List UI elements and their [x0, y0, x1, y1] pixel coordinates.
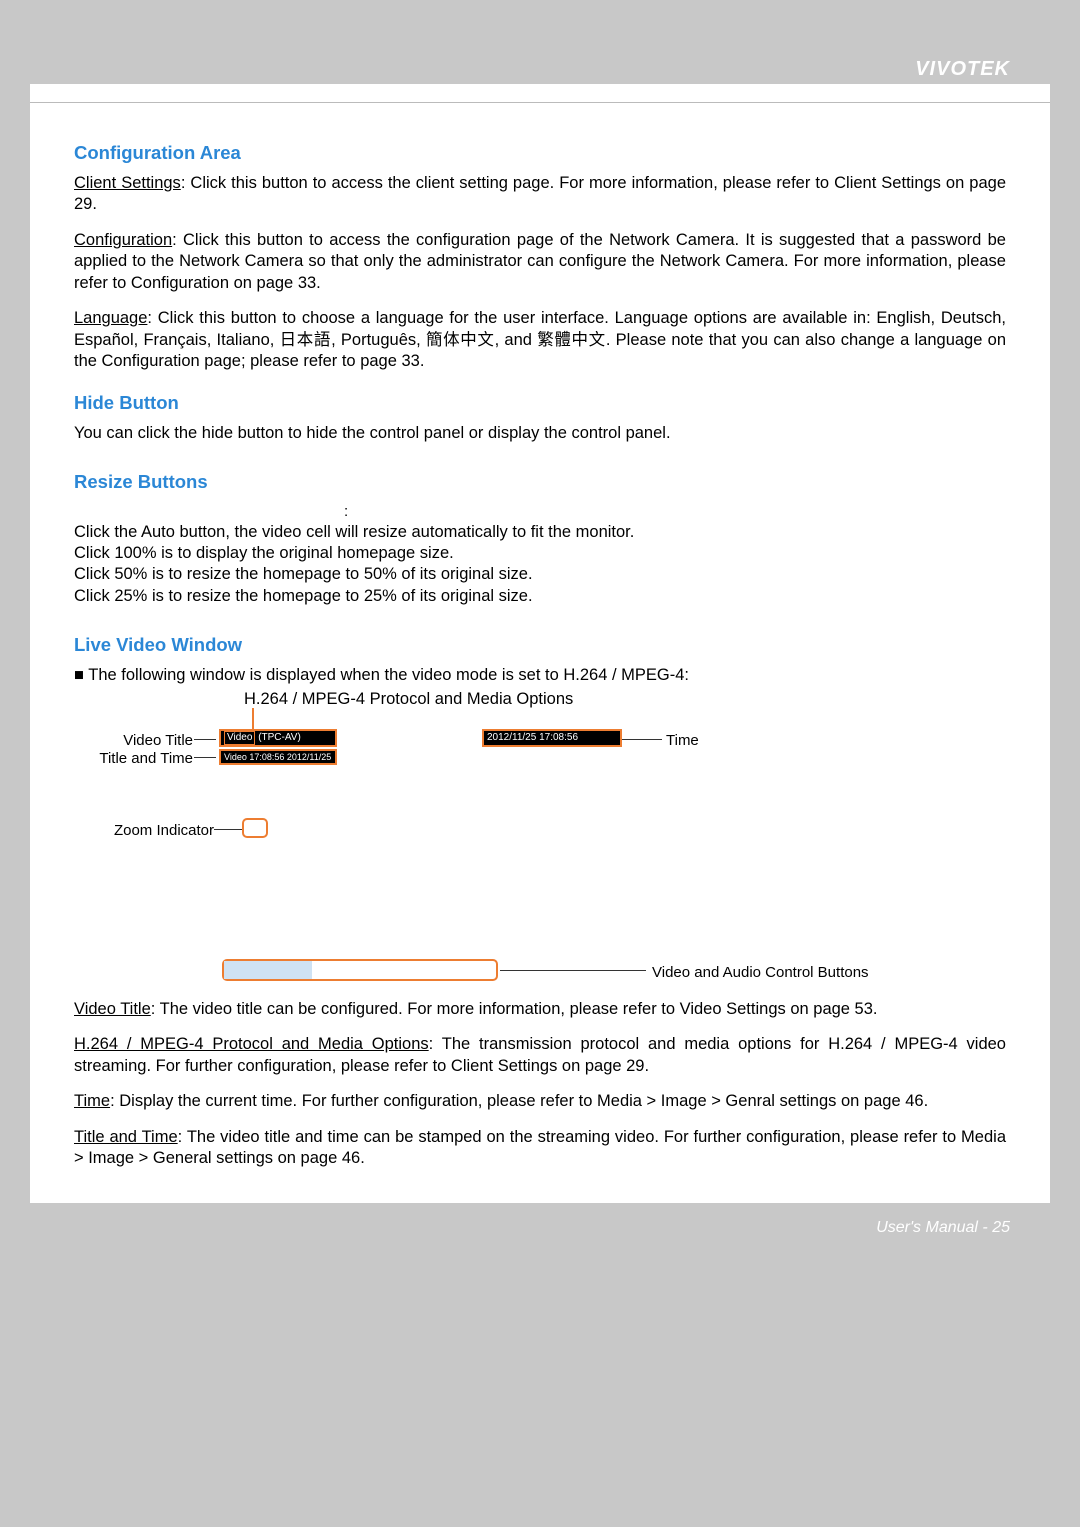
- resize-line-4: Click 25% is to resize the homepage to 2…: [74, 586, 1006, 607]
- content-area: Configuration Area Client Settings: Clic…: [30, 103, 1050, 1203]
- callout-av-control: Video and Audio Control Buttons: [652, 963, 869, 983]
- text-client-settings: : Click this button to access the client…: [74, 174, 1006, 213]
- resize-line-3: Click 50% is to resize the homepage to 5…: [74, 564, 1006, 585]
- overlay-video-title-text: (TPC-AV): [258, 732, 301, 743]
- overlay-zoom-box: [242, 818, 268, 838]
- text-time: : Display the current time. For further …: [110, 1092, 928, 1110]
- paragraph-title-and-time: Title and Time: The video title and time…: [74, 1127, 1006, 1170]
- underline-time: Time: [74, 1092, 110, 1110]
- text-video-title: : The video title can be configured. For…: [151, 1000, 878, 1018]
- underline-title-and-time-2: Title and Time: [74, 1128, 178, 1146]
- callout-time: Time: [666, 731, 699, 751]
- diagram-live-video: H.264 / MPEG-4 Protocol and Media Option…: [74, 689, 1006, 999]
- connector-title-time: [194, 757, 216, 759]
- resize-line-2: Click 100% is to display the original ho…: [74, 543, 1006, 564]
- text-configuration: : Click this button to access the config…: [74, 231, 1006, 292]
- underline-language: Language: [74, 309, 147, 327]
- paragraph-protocol: H.264 / MPEG-4 Protocol and Media Option…: [74, 1034, 1006, 1077]
- callout-video-title: Video Title: [93, 731, 193, 751]
- header-band: VIVOTEK: [30, 30, 1050, 84]
- brand-logo: VIVOTEK: [915, 58, 1010, 81]
- heading-live-video: Live Video Window: [74, 633, 1006, 657]
- resize-colon: :: [74, 502, 1006, 522]
- footer-band: User's Manual - 25: [30, 1203, 1050, 1257]
- text-language: : Click this button to choose a language…: [74, 309, 1006, 370]
- overlay-av-control-bar: [222, 959, 498, 981]
- callout-title-and-time: Title and Time: [93, 749, 193, 769]
- connector-zoom: [214, 829, 242, 831]
- underline-protocol: H.264 / MPEG-4 Protocol and Media Option…: [74, 1035, 429, 1053]
- connector-video-title: [194, 739, 216, 741]
- overlay-title-time: Video 17:08:56 2012/11/25: [219, 749, 337, 765]
- document-page: VIVOTEK Configuration Area Client Settin…: [30, 30, 1050, 1257]
- heading-hide-button: Hide Button: [74, 391, 1006, 415]
- underline-client-settings: Client Settings: [74, 174, 181, 192]
- callout-zoom-indicator: Zoom Indicator: [84, 821, 214, 841]
- text-title-and-time-2: : The video title and time can be stampe…: [74, 1128, 1006, 1167]
- paragraph-language: Language: Click this button to choose a …: [74, 308, 1006, 372]
- overlay-video-title: Video (TPC-AV): [219, 729, 337, 747]
- live-video-intro: ■ The following window is displayed when…: [74, 665, 1006, 686]
- heading-resize-buttons: Resize Buttons: [74, 470, 1006, 494]
- overlay-time: 2012/11/25 17:08:56: [482, 729, 622, 747]
- callout-protocol: H.264 / MPEG-4 Protocol and Media Option…: [244, 689, 573, 710]
- paragraph-client-settings: Client Settings: Click this button to ac…: [74, 173, 1006, 216]
- paragraph-video-title: Video Title: The video title can be conf…: [74, 999, 1006, 1020]
- paragraph-configuration: Configuration: Click this button to acce…: [74, 230, 1006, 294]
- overlay-video-inner: Video: [224, 731, 255, 745]
- paragraph-time: Time: Display the current time. For furt…: [74, 1091, 1006, 1112]
- connector-av: [500, 970, 646, 972]
- connector-time: [622, 739, 662, 741]
- underline-video-title: Video Title: [74, 1000, 151, 1018]
- underline-configuration: Configuration: [74, 231, 172, 249]
- heading-configuration-area: Configuration Area: [74, 141, 1006, 165]
- paragraph-hide-button: You can click the hide button to hide th…: [74, 423, 1006, 444]
- resize-line-1: Click the Auto button, the video cell wi…: [74, 522, 1006, 543]
- overlay-av-fill: [224, 961, 312, 979]
- footer-text: User's Manual - 25: [876, 1219, 1010, 1237]
